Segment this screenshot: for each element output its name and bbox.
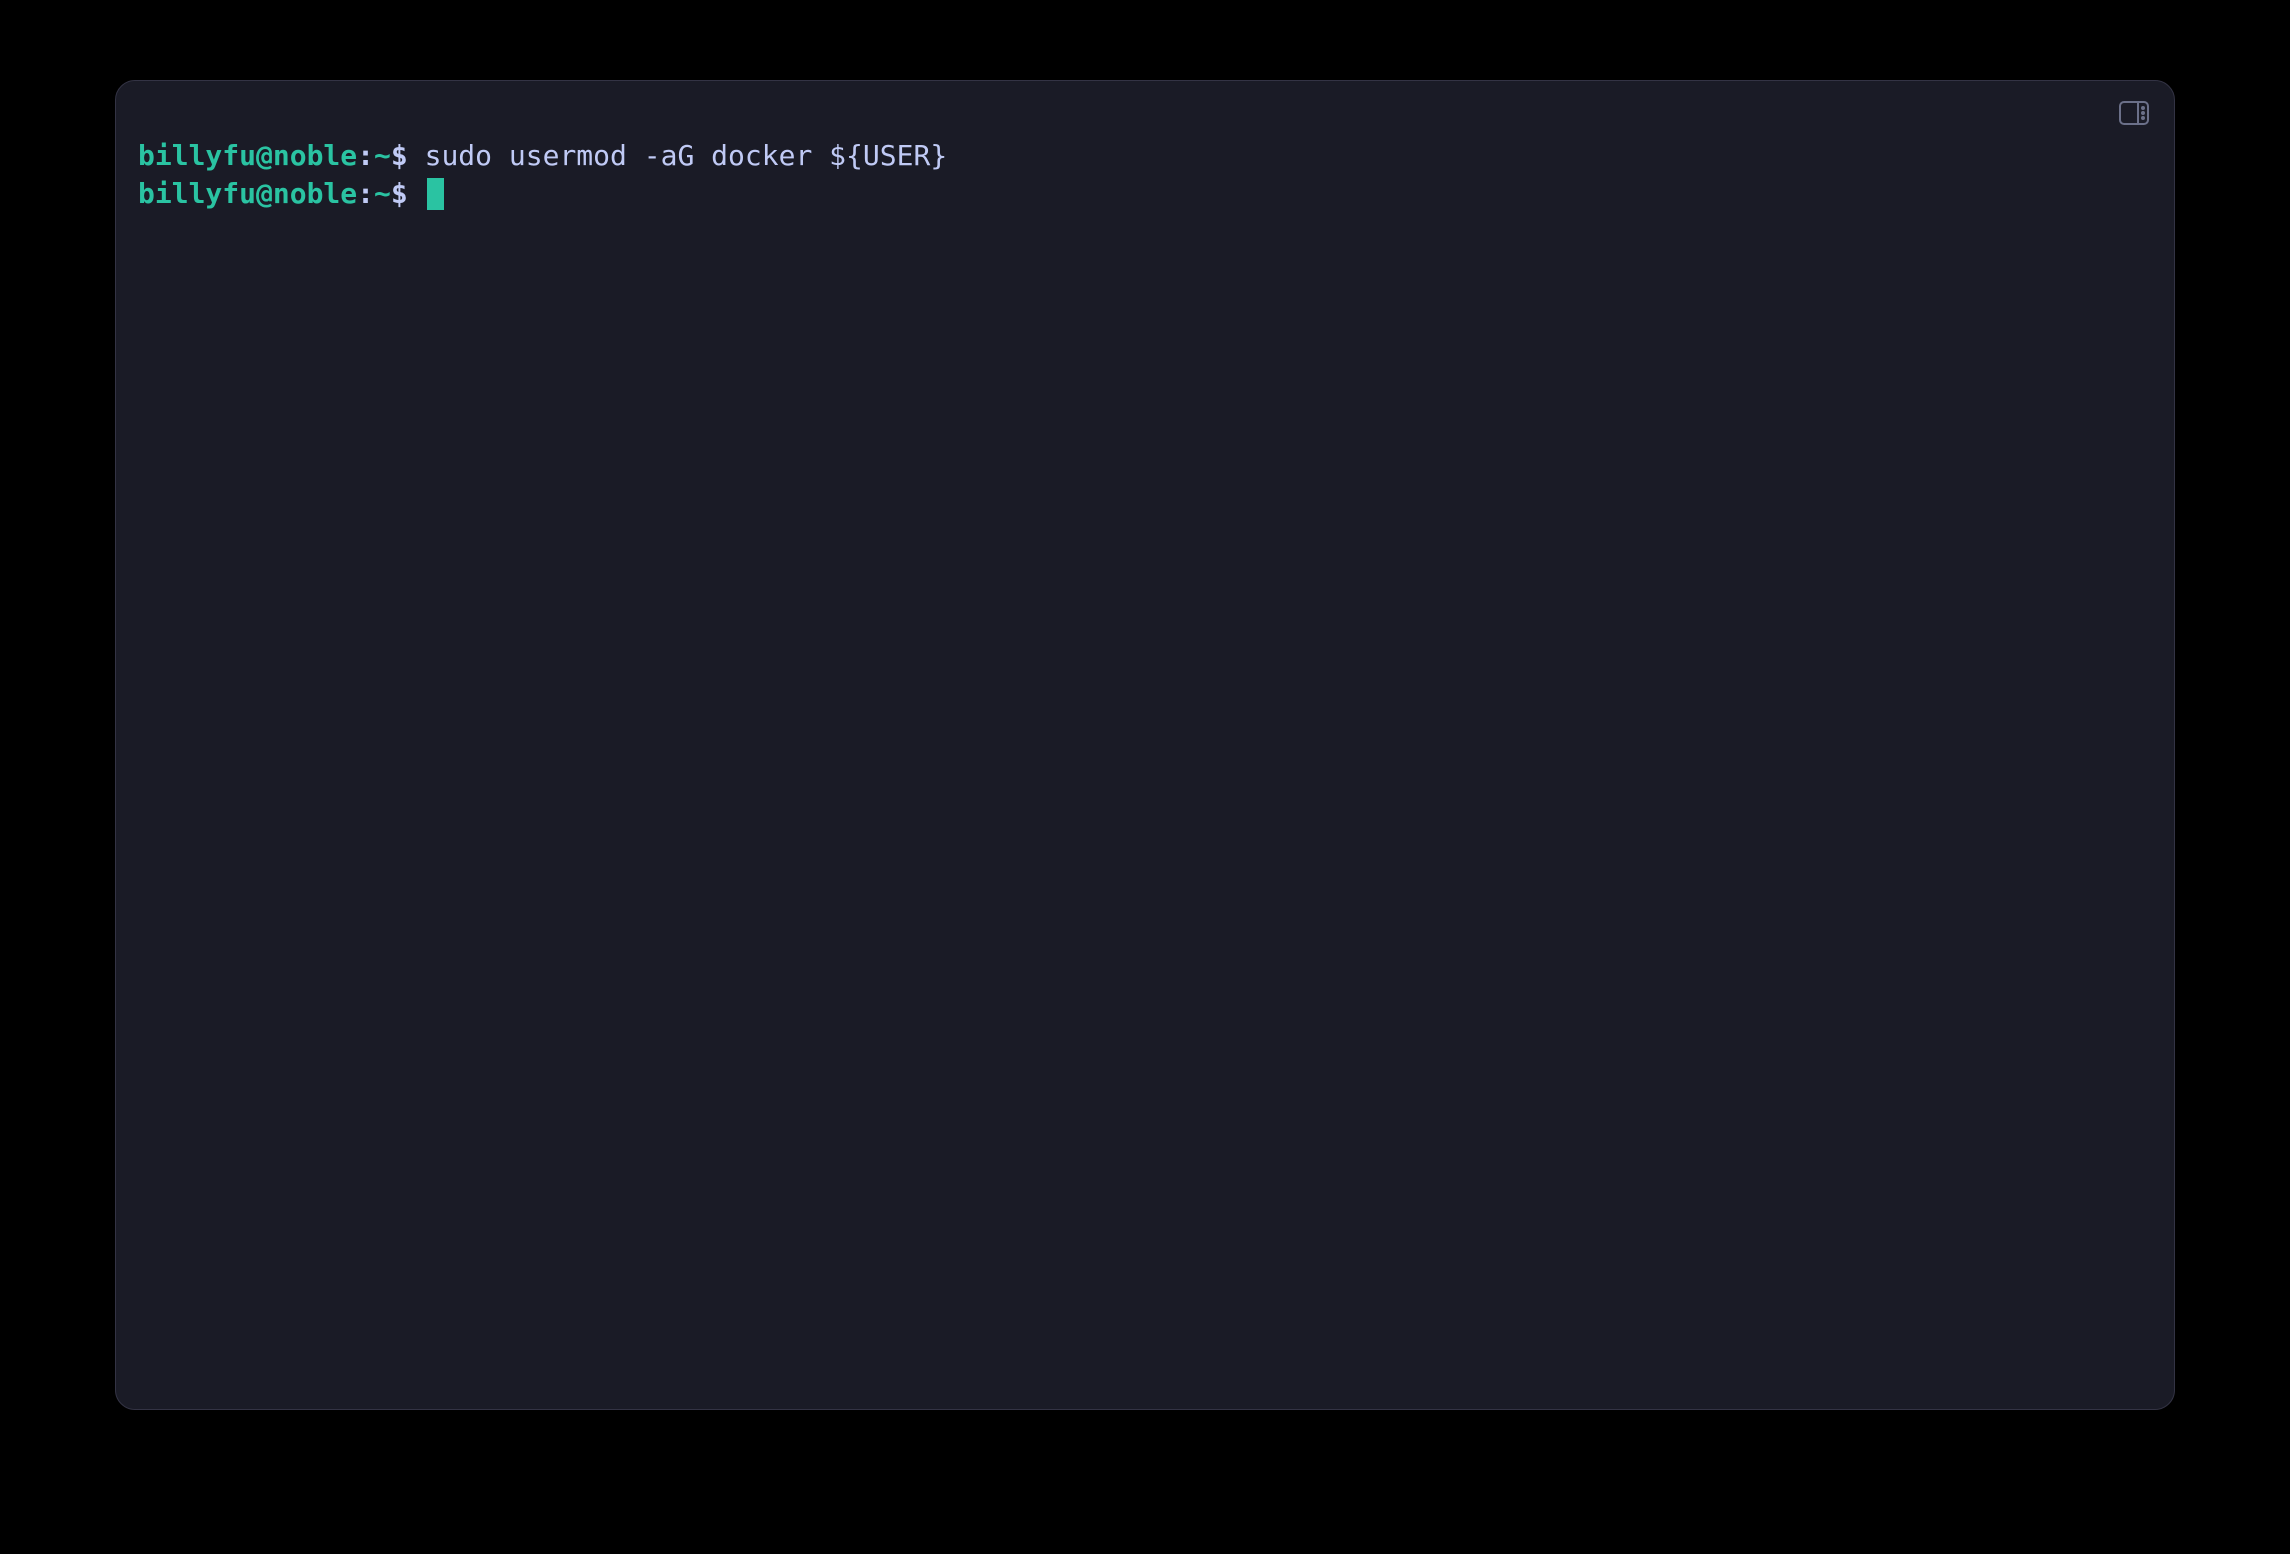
window-controls xyxy=(2116,99,2152,127)
prompt-path: ~ xyxy=(374,137,391,175)
terminal-window[interactable]: billyfu@noble:~$ sudo usermod -aG docker… xyxy=(115,80,2175,1410)
prompt-user-host: billyfu@noble xyxy=(138,175,357,213)
terminal-line: billyfu@noble:~$ xyxy=(138,175,2152,213)
command-text xyxy=(408,175,425,213)
prompt-dollar: $ xyxy=(391,175,408,213)
prompt-path: ~ xyxy=(374,175,391,213)
terminal-line: billyfu@noble:~$ sudo usermod -aG docker… xyxy=(138,137,2152,175)
prompt-separator: : xyxy=(357,137,374,175)
prompt-separator: : xyxy=(357,175,374,213)
command-text: sudo usermod -aG docker ${USER} xyxy=(408,137,947,175)
prompt-dollar: $ xyxy=(391,137,408,175)
terminal-content[interactable]: billyfu@noble:~$ sudo usermod -aG docker… xyxy=(116,81,2174,235)
panel-toggle-icon[interactable] xyxy=(2116,99,2152,127)
prompt-user-host: billyfu@noble xyxy=(138,137,357,175)
cursor-block xyxy=(427,178,444,210)
